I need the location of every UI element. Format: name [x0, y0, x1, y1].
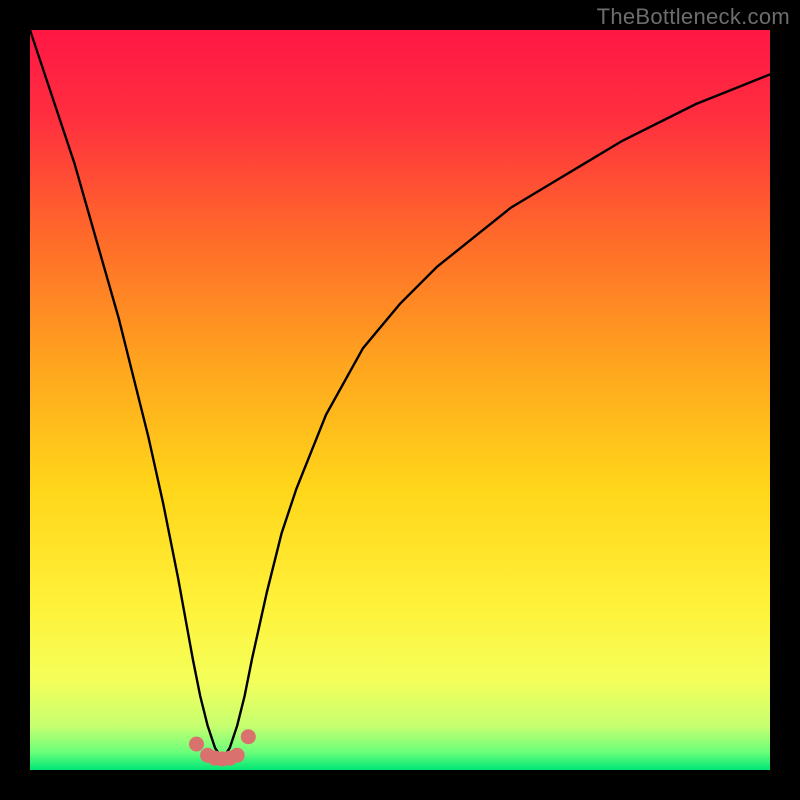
- chart-svg: [30, 30, 770, 770]
- plot-area: [30, 30, 770, 770]
- dip-marker-dot: [189, 737, 204, 752]
- dip-marker-dot: [230, 748, 245, 763]
- dip-marker-dot: [241, 729, 256, 744]
- gradient-fill-rect: [30, 30, 770, 770]
- watermark-text: TheBottleneck.com: [597, 4, 790, 30]
- chart-frame: TheBottleneck.com: [0, 0, 800, 800]
